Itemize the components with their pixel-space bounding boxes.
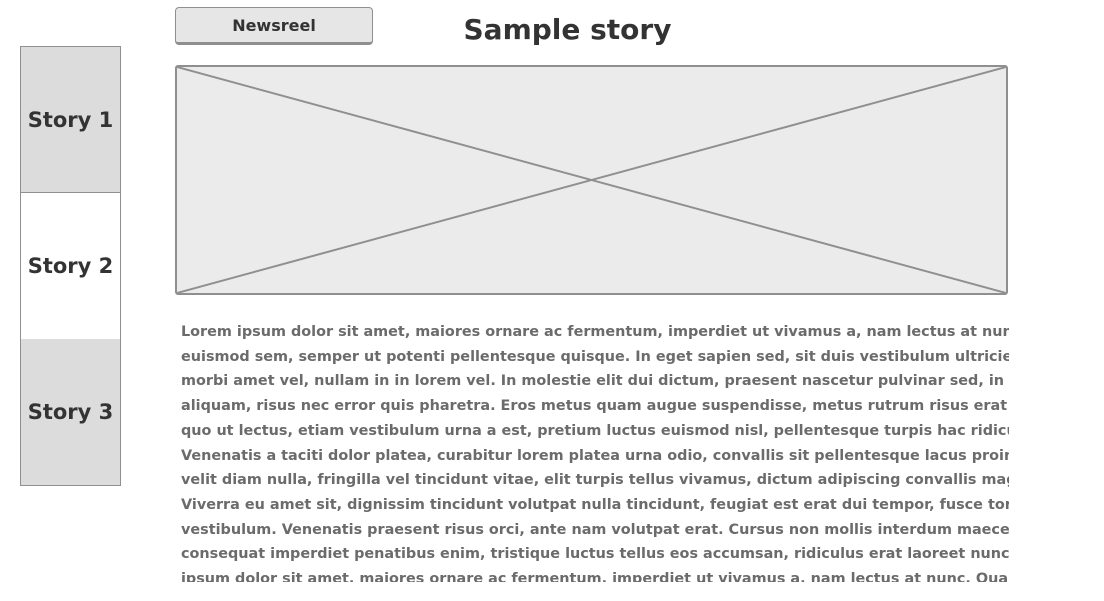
image-placeholder-icon xyxy=(175,65,1008,295)
body-line: ipsum dolor sit amet, maiores ornare ac … xyxy=(181,571,1009,582)
page-title: Sample story xyxy=(463,13,672,46)
body-line: morbi amet vel, nullam in in lorem vel. … xyxy=(181,373,1009,390)
body-line: vestibulum. Venenatis praesent risus orc… xyxy=(181,521,1009,538)
newsreel-button[interactable]: Newsreel xyxy=(175,7,373,45)
placeholder-cross xyxy=(177,67,1006,293)
tab-story-1[interactable]: Story 1 xyxy=(21,47,120,193)
story-body-text: Lorem ipsum dolor sit amet, maiores orna… xyxy=(181,320,1009,582)
body-line: consequat imperdiet penatibus enim, tris… xyxy=(181,546,1009,563)
tab-story-2[interactable]: Story 2 xyxy=(21,193,120,339)
body-line: Venenatis a taciti dolor platea, curabit… xyxy=(181,447,1009,464)
body-line: velit diam nulla, fringilla vel tincidun… xyxy=(181,472,1009,489)
body-line: Viverra eu amet sit, dignissim tincidunt… xyxy=(181,496,1009,513)
body-line: quo ut lectus, etiam vestibulum urna a e… xyxy=(181,422,1009,439)
story-tabs: Story 1 Story 2 Story 3 xyxy=(20,46,121,486)
body-line: euismod sem, semper ut potenti pellentes… xyxy=(181,348,1009,365)
body-line: Lorem ipsum dolor sit amet, maiores orna… xyxy=(181,324,1009,340)
body-line: aliquam, risus nec error quis pharetra. … xyxy=(181,398,1009,415)
tab-story-3[interactable]: Story 3 xyxy=(21,339,120,485)
